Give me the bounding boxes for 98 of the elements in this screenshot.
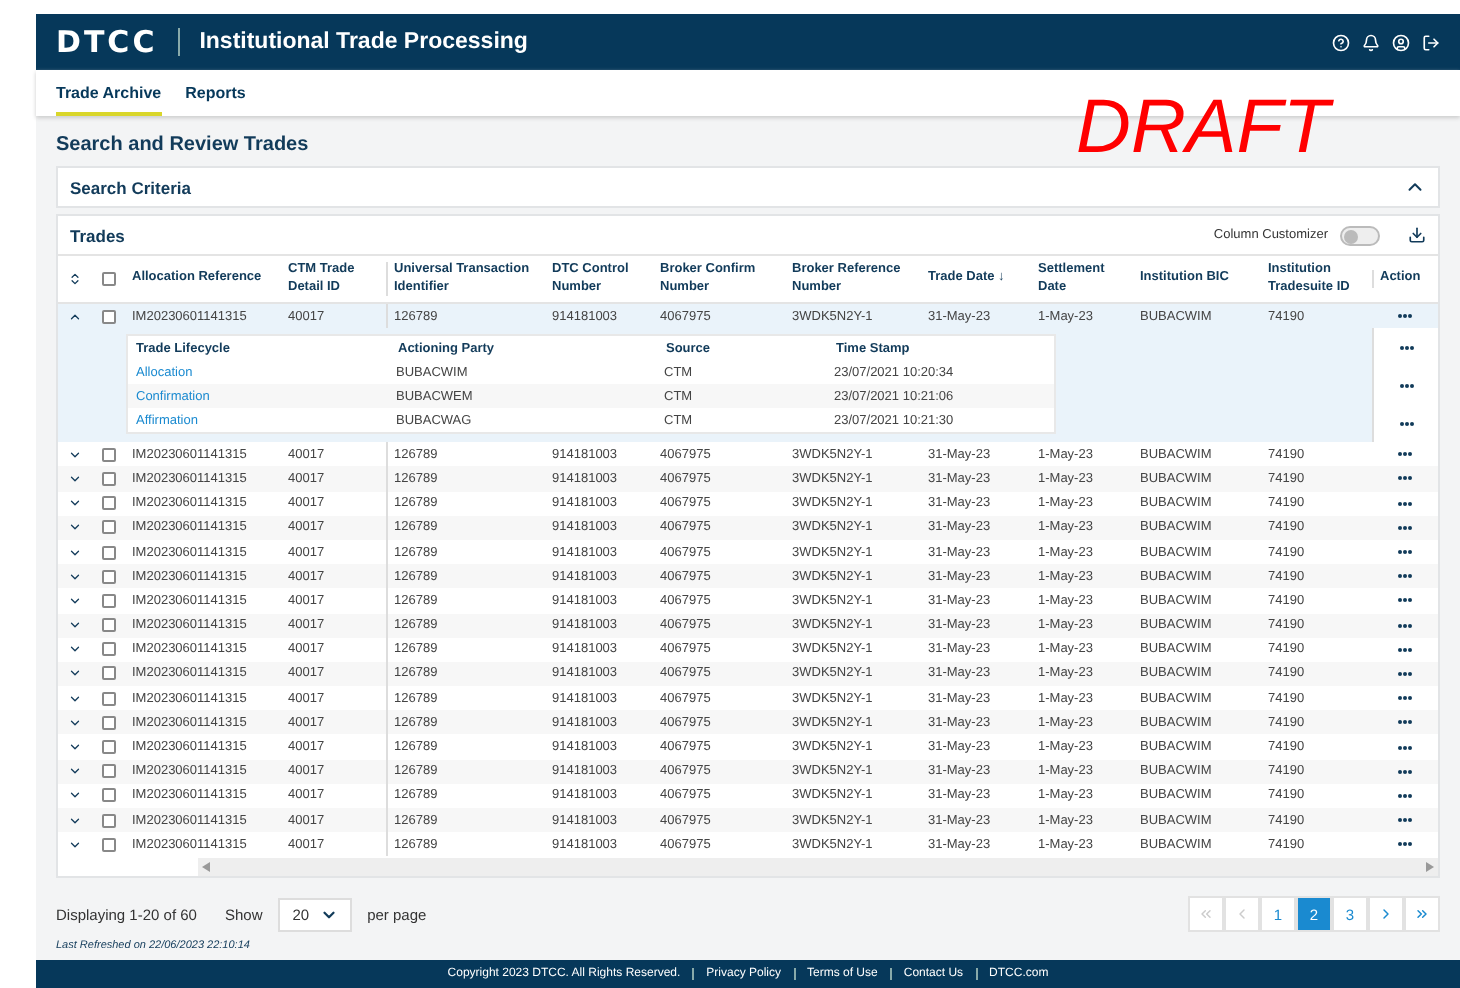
- logo: DTCC: [56, 24, 158, 60]
- more-button[interactable]: [1396, 548, 1414, 557]
- checkbox[interactable]: [102, 447, 116, 462]
- nav-tab[interactable]: Trade Archive: [56, 84, 162, 116]
- more-icon: [1398, 720, 1412, 725]
- more-button[interactable]: [1396, 840, 1414, 849]
- more-button[interactable]: [1397, 343, 1415, 352]
- checkbox[interactable]: [102, 545, 116, 560]
- expand-icon[interactable]: [68, 642, 82, 657]
- checkbox[interactable]: [102, 764, 116, 779]
- expand-icon[interactable]: [68, 593, 82, 608]
- more-button[interactable]: [1397, 419, 1415, 428]
- more-icon: [1398, 574, 1412, 579]
- checkbox[interactable]: [102, 618, 116, 633]
- user-icon[interactable]: [1392, 33, 1410, 51]
- expand-icon[interactable]: [68, 666, 82, 681]
- help-icon[interactable]: [1332, 33, 1350, 51]
- checkbox[interactable]: [102, 715, 116, 730]
- more-icon: [1398, 525, 1412, 530]
- expand-icon[interactable]: [68, 691, 82, 706]
- more-icon: [1398, 623, 1412, 628]
- draft-label: DRAFT: [1076, 86, 1330, 172]
- more-icon: [1398, 671, 1412, 676]
- checkbox[interactable]: [102, 593, 116, 608]
- more-button[interactable]: [1396, 450, 1414, 459]
- more-icon: [1398, 452, 1412, 457]
- checkbox[interactable]: [102, 471, 116, 486]
- checkbox[interactable]: [102, 740, 116, 755]
- first-page-icon: [1198, 906, 1214, 923]
- more-icon: [1398, 818, 1412, 823]
- checkbox[interactable]: [102, 691, 116, 706]
- more-icon: [1399, 383, 1413, 388]
- expand-icon[interactable]: [68, 496, 82, 511]
- expand-icon[interactable]: [68, 520, 82, 535]
- checkbox[interactable]: [102, 788, 116, 803]
- checkbox[interactable]: [102, 837, 116, 852]
- more-button[interactable]: [1396, 718, 1414, 727]
- expand-icon[interactable]: [68, 569, 82, 584]
- checkbox[interactable]: [102, 520, 116, 535]
- more-icon: [1398, 501, 1412, 506]
- more-icon: [1398, 745, 1412, 750]
- more-icon: [1398, 696, 1412, 701]
- next-icon: [1378, 906, 1394, 923]
- expand-icon[interactable]: [68, 837, 82, 852]
- collapse-icon[interactable]: [68, 309, 82, 324]
- more-button[interactable]: [1396, 523, 1414, 532]
- more-icon: [1398, 550, 1412, 555]
- more-icon: [1398, 314, 1412, 319]
- more-button[interactable]: [1396, 645, 1414, 654]
- more-icon: [1398, 647, 1412, 652]
- more-button[interactable]: [1397, 381, 1415, 390]
- checkbox[interactable]: [102, 642, 116, 657]
- logout-icon[interactable]: [1422, 33, 1440, 51]
- more-button[interactable]: [1396, 767, 1414, 776]
- checkbox[interactable]: [102, 666, 116, 681]
- page-title: Search and Review Trades: [54, 132, 311, 160]
- more-button[interactable]: [1396, 474, 1414, 483]
- expand-icon[interactable]: [68, 740, 82, 755]
- more-icon: [1398, 793, 1412, 798]
- expand-icon[interactable]: [68, 813, 82, 828]
- more-button[interactable]: [1396, 791, 1414, 800]
- more-button[interactable]: [1396, 499, 1414, 508]
- nav-tab[interactable]: Reports: [185, 84, 246, 116]
- more-icon: [1398, 769, 1412, 774]
- expand-icon[interactable]: [68, 715, 82, 730]
- expand-icon[interactable]: [68, 788, 82, 803]
- more-icon: [1398, 476, 1412, 481]
- more-button[interactable]: [1396, 312, 1414, 321]
- checkbox[interactable]: [102, 569, 116, 584]
- section-title: Trades: [70, 225, 125, 245]
- checkbox[interactable]: [102, 272, 116, 286]
- checkbox[interactable]: [102, 813, 116, 828]
- app-title: Institutional Trade Processing: [199, 30, 528, 54]
- expand-all-icon[interactable]: [68, 272, 82, 286]
- more-button[interactable]: [1396, 743, 1414, 752]
- checkbox[interactable]: [102, 309, 116, 324]
- download-icon[interactable]: [1408, 226, 1426, 244]
- more-icon: [1399, 345, 1413, 350]
- more-icon: [1398, 598, 1412, 603]
- checkbox[interactable]: [102, 496, 116, 511]
- more-button[interactable]: [1396, 572, 1414, 581]
- previous-icon: [1234, 906, 1250, 923]
- more-button[interactable]: [1396, 669, 1414, 678]
- section-title: Search Criteria: [70, 177, 191, 197]
- expand-icon[interactable]: [68, 618, 82, 633]
- more-button[interactable]: [1396, 816, 1414, 825]
- more-button[interactable]: [1396, 621, 1414, 630]
- column-toggle[interactable]: [1340, 225, 1380, 245]
- bell-icon[interactable]: [1362, 33, 1380, 51]
- more-icon: [1399, 421, 1413, 426]
- expand-icon[interactable]: [68, 545, 82, 560]
- more-button[interactable]: [1396, 694, 1414, 703]
- expand-icon[interactable]: [68, 764, 82, 779]
- more-icon: [1398, 842, 1412, 847]
- more-button[interactable]: [1396, 596, 1414, 605]
- expand-icon[interactable]: [68, 447, 82, 462]
- expand-icon[interactable]: [68, 471, 82, 486]
- last-page-icon: [1414, 906, 1430, 923]
